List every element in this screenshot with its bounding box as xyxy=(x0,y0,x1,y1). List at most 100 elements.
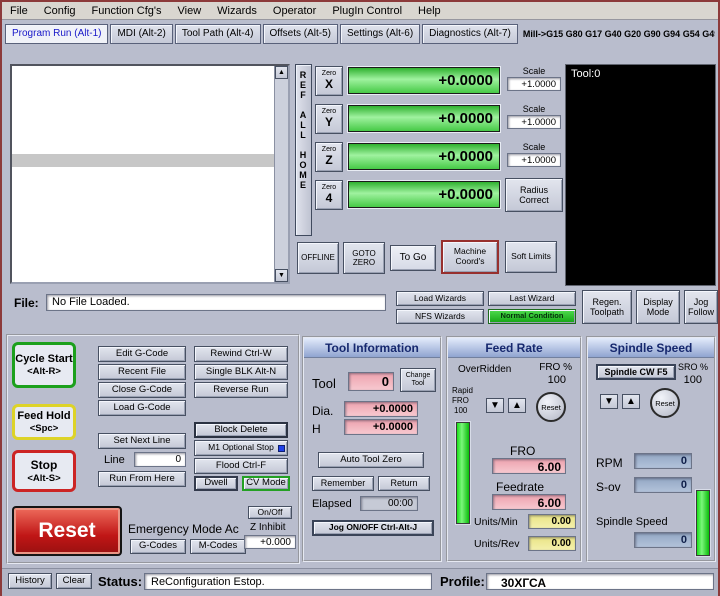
load-wizards-button[interactable]: Load Wizards xyxy=(396,291,484,306)
m1-optional-stop-button[interactable]: M1 Optional Stop xyxy=(194,440,288,456)
dro-4[interactable]: +0.0000 xyxy=(348,181,500,208)
soft-limits-button[interactable]: Soft Limits xyxy=(505,241,557,273)
menu-file[interactable]: File xyxy=(2,2,36,19)
feed-hold-button[interactable]: Feed Hold xyxy=(17,410,70,423)
reset-button[interactable]: Reset xyxy=(12,506,122,556)
feedrate-label: Feedrate xyxy=(496,480,544,494)
units-rev-dro[interactable]: 0.00 xyxy=(528,536,576,551)
history-button[interactable]: History xyxy=(8,573,52,589)
dia-label: Dia. xyxy=(312,404,333,418)
load-gcode-button[interactable]: Load G-Code xyxy=(98,400,186,416)
offline-button[interactable]: OFFLINE xyxy=(297,242,339,274)
spindle-up-arrow-icon[interactable]: ▲ xyxy=(622,394,640,409)
fro-dro[interactable]: 6.00 xyxy=(492,458,566,474)
run-from-here-button[interactable]: Run From Here xyxy=(98,471,186,487)
sov-dro[interactable]: 0 xyxy=(634,477,692,493)
tab-diagnostics[interactable]: Diagnostics (Alt-7) xyxy=(422,24,518,44)
recent-file-button[interactable]: Recent File xyxy=(98,364,186,380)
cycle-start-button[interactable]: Cycle Start xyxy=(15,353,72,366)
flood-button[interactable]: Flood Ctrl-F xyxy=(194,458,288,474)
scale-dro-y[interactable]: +1.0000 xyxy=(507,115,561,129)
tab-settings[interactable]: Settings (Alt-6) xyxy=(340,24,420,44)
reverse-run-button[interactable]: Reverse Run xyxy=(194,382,288,398)
menu-help[interactable]: Help xyxy=(410,2,449,19)
feed-up-arrow-icon[interactable]: ▲ xyxy=(508,398,526,413)
nfs-wizards-button[interactable]: NFS Wizards xyxy=(396,309,484,324)
jog-on-off-button[interactable]: Jog ON/OFF Ctrl-Alt-J xyxy=(312,520,434,536)
active-gcode-modes: Mill->G15 G80 G17 G40 G20 G90 G94 G54 G4… xyxy=(523,29,715,39)
close-gcode-button[interactable]: Close G-Code xyxy=(98,382,186,398)
display-mode-button[interactable]: Display Mode xyxy=(636,290,680,324)
rapid-label: Rapid xyxy=(452,386,473,395)
line-number-dro[interactable]: 0 xyxy=(134,452,186,467)
feed-override-slider[interactable] xyxy=(456,422,470,524)
on-off-button[interactable]: On/Off xyxy=(248,506,292,519)
z-inhibit-dro[interactable]: +0.000 xyxy=(244,535,296,549)
rewind-button[interactable]: Rewind Ctrl-W xyxy=(194,346,288,362)
menu-view[interactable]: View xyxy=(170,2,210,19)
spindle-speed-dro[interactable]: 0 xyxy=(634,532,692,548)
dro-x[interactable]: +0.0000 xyxy=(348,67,500,94)
tab-tool-path[interactable]: Tool Path (Alt-4) xyxy=(175,24,261,44)
rpm-dro[interactable]: 0 xyxy=(634,453,692,469)
spindle-cw-button[interactable]: Spindle CW F5 xyxy=(596,364,676,380)
set-next-line-button[interactable]: Set Next Line xyxy=(98,433,186,449)
condition-indicator[interactable]: Normal Condition xyxy=(488,309,576,324)
menu-function-cfgs[interactable]: Function Cfg's xyxy=(84,2,170,19)
menu-plugin-control[interactable]: PlugIn Control xyxy=(324,2,410,19)
zero-4-button[interactable]: Zero 4 xyxy=(315,180,343,210)
clear-button[interactable]: Clear xyxy=(56,573,92,589)
m-codes-button[interactable]: M-Codes xyxy=(190,539,246,554)
ref-all-home-button[interactable]: REF ALL HOME xyxy=(295,64,312,236)
run-control-panel: Cycle Start <Alt-R> Feed Hold <Spc> Stop… xyxy=(6,334,300,564)
tab-mdi[interactable]: MDI (Alt-2) xyxy=(110,24,172,44)
edit-gcode-button[interactable]: Edit G-Code xyxy=(98,346,186,362)
menu-wizards[interactable]: Wizards xyxy=(209,2,265,19)
tool-number-dro[interactable]: 0 xyxy=(348,372,394,391)
last-wizard-button[interactable]: Last Wizard xyxy=(488,291,576,306)
block-delete-button[interactable]: Block Delete xyxy=(194,422,288,438)
menu-config[interactable]: Config xyxy=(36,2,84,19)
to-go-button[interactable]: To Go xyxy=(390,245,436,271)
radius-correct-button[interactable]: Radius Correct xyxy=(505,178,563,212)
machine-coords-button[interactable]: Machine Coord's xyxy=(441,240,499,274)
feed-reset-button[interactable]: Reset xyxy=(536,392,566,422)
scroll-up-icon[interactable]: ▲ xyxy=(275,66,288,79)
g-codes-button[interactable]: G-Codes xyxy=(130,539,186,554)
goto-zero-button[interactable]: GOTO ZERO xyxy=(343,242,385,274)
spindle-override-slider[interactable] xyxy=(696,490,710,556)
return-button[interactable]: Return xyxy=(378,476,430,491)
remember-button[interactable]: Remember xyxy=(312,476,374,491)
file-bar: File: No File Loaded. Load Wizards Last … xyxy=(2,288,720,332)
units-min-dro[interactable]: 0.00 xyxy=(528,514,576,529)
scale-dro-x[interactable]: +1.0000 xyxy=(507,77,561,91)
dro-y[interactable]: +0.0000 xyxy=(348,105,500,132)
single-blk-button[interactable]: Single BLK Alt-N xyxy=(194,364,288,380)
change-tool-button[interactable]: Change Tool xyxy=(400,368,436,392)
scroll-down-icon[interactable]: ▼ xyxy=(275,269,288,282)
tab-offsets[interactable]: Offsets (Alt-5) xyxy=(263,24,339,44)
zero-x-button[interactable]: Zero X xyxy=(315,66,343,96)
tool-dia-dro[interactable]: +0.0000 xyxy=(344,401,418,417)
cv-mode-button[interactable]: CV Mode xyxy=(242,476,290,491)
stop-key: <Alt-S> xyxy=(27,473,60,484)
dro-z[interactable]: +0.0000 xyxy=(348,143,500,170)
tool-h-dro[interactable]: +0.0000 xyxy=(344,419,418,435)
stop-button[interactable]: Stop xyxy=(31,458,58,472)
zero-z-button[interactable]: Zero Z xyxy=(315,142,343,172)
gcode-scrollbar[interactable]: ▲ ▼ xyxy=(274,66,288,282)
spindle-reset-button[interactable]: Reset xyxy=(650,388,680,418)
spindle-down-arrow-icon[interactable]: ▼ xyxy=(600,394,618,409)
feed-down-arrow-icon[interactable]: ▼ xyxy=(486,398,504,413)
auto-tool-zero-button[interactable]: Auto Tool Zero xyxy=(318,452,424,468)
gcode-list[interactable]: ▲ ▼ xyxy=(10,64,290,284)
h-label: H xyxy=(312,422,321,436)
dwell-button[interactable]: Dwell xyxy=(194,476,238,491)
menu-operator[interactable]: Operator xyxy=(265,2,324,19)
zero-y-button[interactable]: Zero Y xyxy=(315,104,343,134)
tab-program-run[interactable]: Program Run (Alt-1) xyxy=(5,24,108,44)
regen-toolpath-button[interactable]: Regen. Toolpath xyxy=(582,290,632,324)
jog-follow-button[interactable]: Jog Follow xyxy=(684,290,718,324)
scale-dro-z[interactable]: +1.0000 xyxy=(507,153,561,167)
feedrate-dro[interactable]: 6.00 xyxy=(492,494,566,510)
